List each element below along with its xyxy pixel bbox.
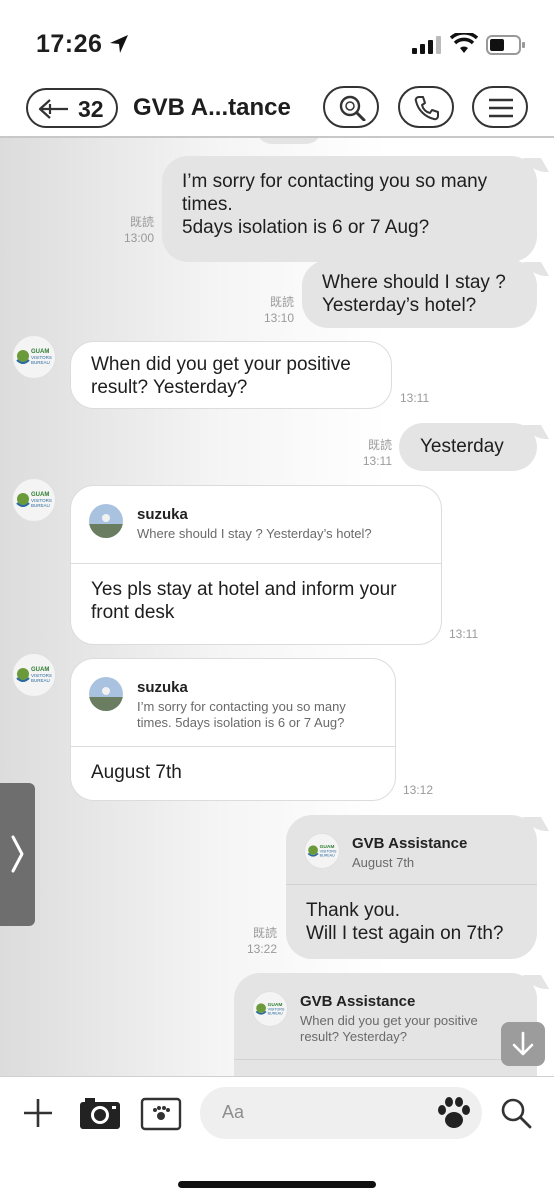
svg-text:BUREAU: BUREAU	[320, 854, 335, 858]
image-icon[interactable]	[140, 1097, 182, 1131]
composer-bar: Aa	[0, 1076, 554, 1201]
svg-text:BUREAU: BUREAU	[31, 678, 50, 683]
quote-avatar	[89, 504, 123, 538]
message-text: Where should I stay ? Yesterday’s hotel?	[322, 272, 506, 316]
message-text: I’m sorry for contacting you so many tim…	[182, 171, 488, 238]
message-bubble-outgoing[interactable]: Where should I stay ? Yesterday’s hotel?	[302, 260, 537, 328]
quote-divider	[234, 1059, 537, 1060]
message-time: 13:00	[123, 231, 154, 245]
message-bubble-incoming-reply[interactable]: suzuka I’m sorry for contacting you so m…	[70, 658, 396, 801]
message-input[interactable]: Aa	[200, 1087, 482, 1139]
message-time: 13:11	[400, 391, 430, 405]
message-text: When did you get your positive result? Y…	[91, 354, 351, 398]
message-text: Thank you. Will I test again on 7th?	[306, 900, 504, 944]
camera-icon[interactable]	[78, 1095, 122, 1131]
menu-icon	[489, 98, 513, 118]
arrow-down-icon	[512, 1031, 534, 1056]
location-arrow-icon	[110, 35, 128, 53]
message-time: 13:11	[449, 627, 479, 641]
wifi-icon	[450, 33, 478, 53]
svg-text:BUREAU: BUREAU	[31, 360, 50, 365]
read-receipt: 既読	[269, 295, 294, 309]
chevron-right-icon	[11, 835, 24, 873]
message-meta: 既読 13:11	[348, 437, 392, 469]
message-bubble-outgoing-reply[interactable]: GUAM VISITORS BUREAU GVB Assistance August…	[286, 815, 537, 959]
message-bubble-outgoing-reply[interactable]: GUAM VISITORS BUREAU GVB Assistance When d…	[234, 973, 537, 1076]
message-bubble-outgoing[interactable]: Yesterday	[399, 423, 537, 471]
status-time: 17:26	[36, 30, 103, 58]
message-bubble-incoming-reply[interactable]: suzuka Where should I stay ? Yesterday’s…	[70, 485, 442, 645]
message-time: 13:12	[403, 783, 434, 797]
status-bar: 17:26	[0, 0, 554, 86]
message-meta: 既読 13:00	[110, 214, 154, 246]
quote-author: GVB Assistance	[300, 993, 416, 1010]
svg-text:BUREAU: BUREAU	[268, 1012, 283, 1016]
paw-icon[interactable]	[434, 1096, 474, 1130]
quote-divider	[71, 563, 441, 564]
message-time: 13:22	[246, 942, 277, 956]
message-time: 13:11	[362, 454, 392, 468]
message-meta: 既読 13:10	[250, 294, 294, 326]
chat-header: 32 GVB A...tance	[0, 86, 554, 138]
quote-author: GVB Assistance	[352, 835, 468, 852]
search-icon	[339, 95, 366, 121]
message-bubble-outgoing[interactable]: I’m sorry for contacting you so many tim…	[162, 156, 537, 262]
menu-button[interactable]	[472, 86, 528, 128]
call-button[interactable]	[398, 86, 454, 128]
unread-count: 32	[78, 96, 104, 122]
quote-text: I’m sorry for contacting you so many tim…	[137, 699, 346, 730]
avatar[interactable]: GUAM VISITORS BUREAU	[12, 653, 56, 697]
quote-avatar	[89, 677, 123, 711]
message-text: Yesterday	[420, 436, 504, 457]
phone-icon	[414, 96, 439, 121]
gvb-logo-icon: GUAMVISITORSBUREAU	[16, 349, 52, 365]
quote-divider	[71, 746, 395, 747]
gvb-logo-icon: GUAMVISITORSBUREAU	[16, 492, 52, 508]
avatar[interactable]: GUAM VISITORS BUREAU	[12, 478, 56, 522]
avatar[interactable]: GUAM VISITORS BUREAU	[12, 335, 56, 379]
message-text: Yes pls stay at hotel and inform your fr…	[91, 579, 397, 623]
quote-divider	[286, 884, 537, 885]
scroll-to-bottom-button[interactable]	[501, 1022, 545, 1066]
quote-text: Where should I stay ? Yesterday’s hotel?	[137, 526, 372, 541]
gvb-logo-icon: GUAMVISITORSBUREAU	[16, 667, 52, 683]
search-icon[interactable]	[500, 1097, 532, 1129]
home-indicator	[178, 1181, 376, 1188]
read-receipt: 既読	[367, 438, 392, 452]
read-receipt: 既読	[252, 926, 277, 940]
quote-author: suzuka	[137, 679, 188, 696]
back-arrow-icon	[38, 99, 68, 119]
svg-text:BUREAU: BUREAU	[31, 503, 50, 508]
plus-icon[interactable]	[22, 1097, 54, 1129]
chat-title: GVB A...tance	[133, 94, 291, 121]
quote-avatar: GUAM VISITORS BUREAU	[304, 833, 340, 869]
input-placeholder: Aa	[222, 1102, 245, 1122]
message-bubble-incoming[interactable]: When did you get your positive result? Y…	[70, 341, 392, 409]
back-button[interactable]: 32	[26, 88, 118, 128]
message-time: 13:10	[263, 311, 294, 325]
quote-author: suzuka	[137, 506, 188, 523]
signal-icon	[412, 36, 441, 54]
quote-text: August 7th	[352, 855, 415, 870]
quote-avatar: GUAM VISITORS BUREAU	[252, 991, 288, 1027]
message-meta: 既読 13:22	[233, 925, 277, 957]
chat-area[interactable]: I’m sorry for contacting you so many tim…	[0, 138, 554, 1076]
battery-icon	[486, 35, 525, 55]
message-text: August 7th	[91, 762, 182, 783]
previous-message-edge	[256, 138, 322, 144]
search-button[interactable]	[323, 86, 379, 128]
quote-text: When did you get your positive result? Y…	[300, 1013, 478, 1044]
read-receipt: 既読	[129, 215, 154, 229]
side-panel-tab[interactable]	[0, 783, 35, 926]
